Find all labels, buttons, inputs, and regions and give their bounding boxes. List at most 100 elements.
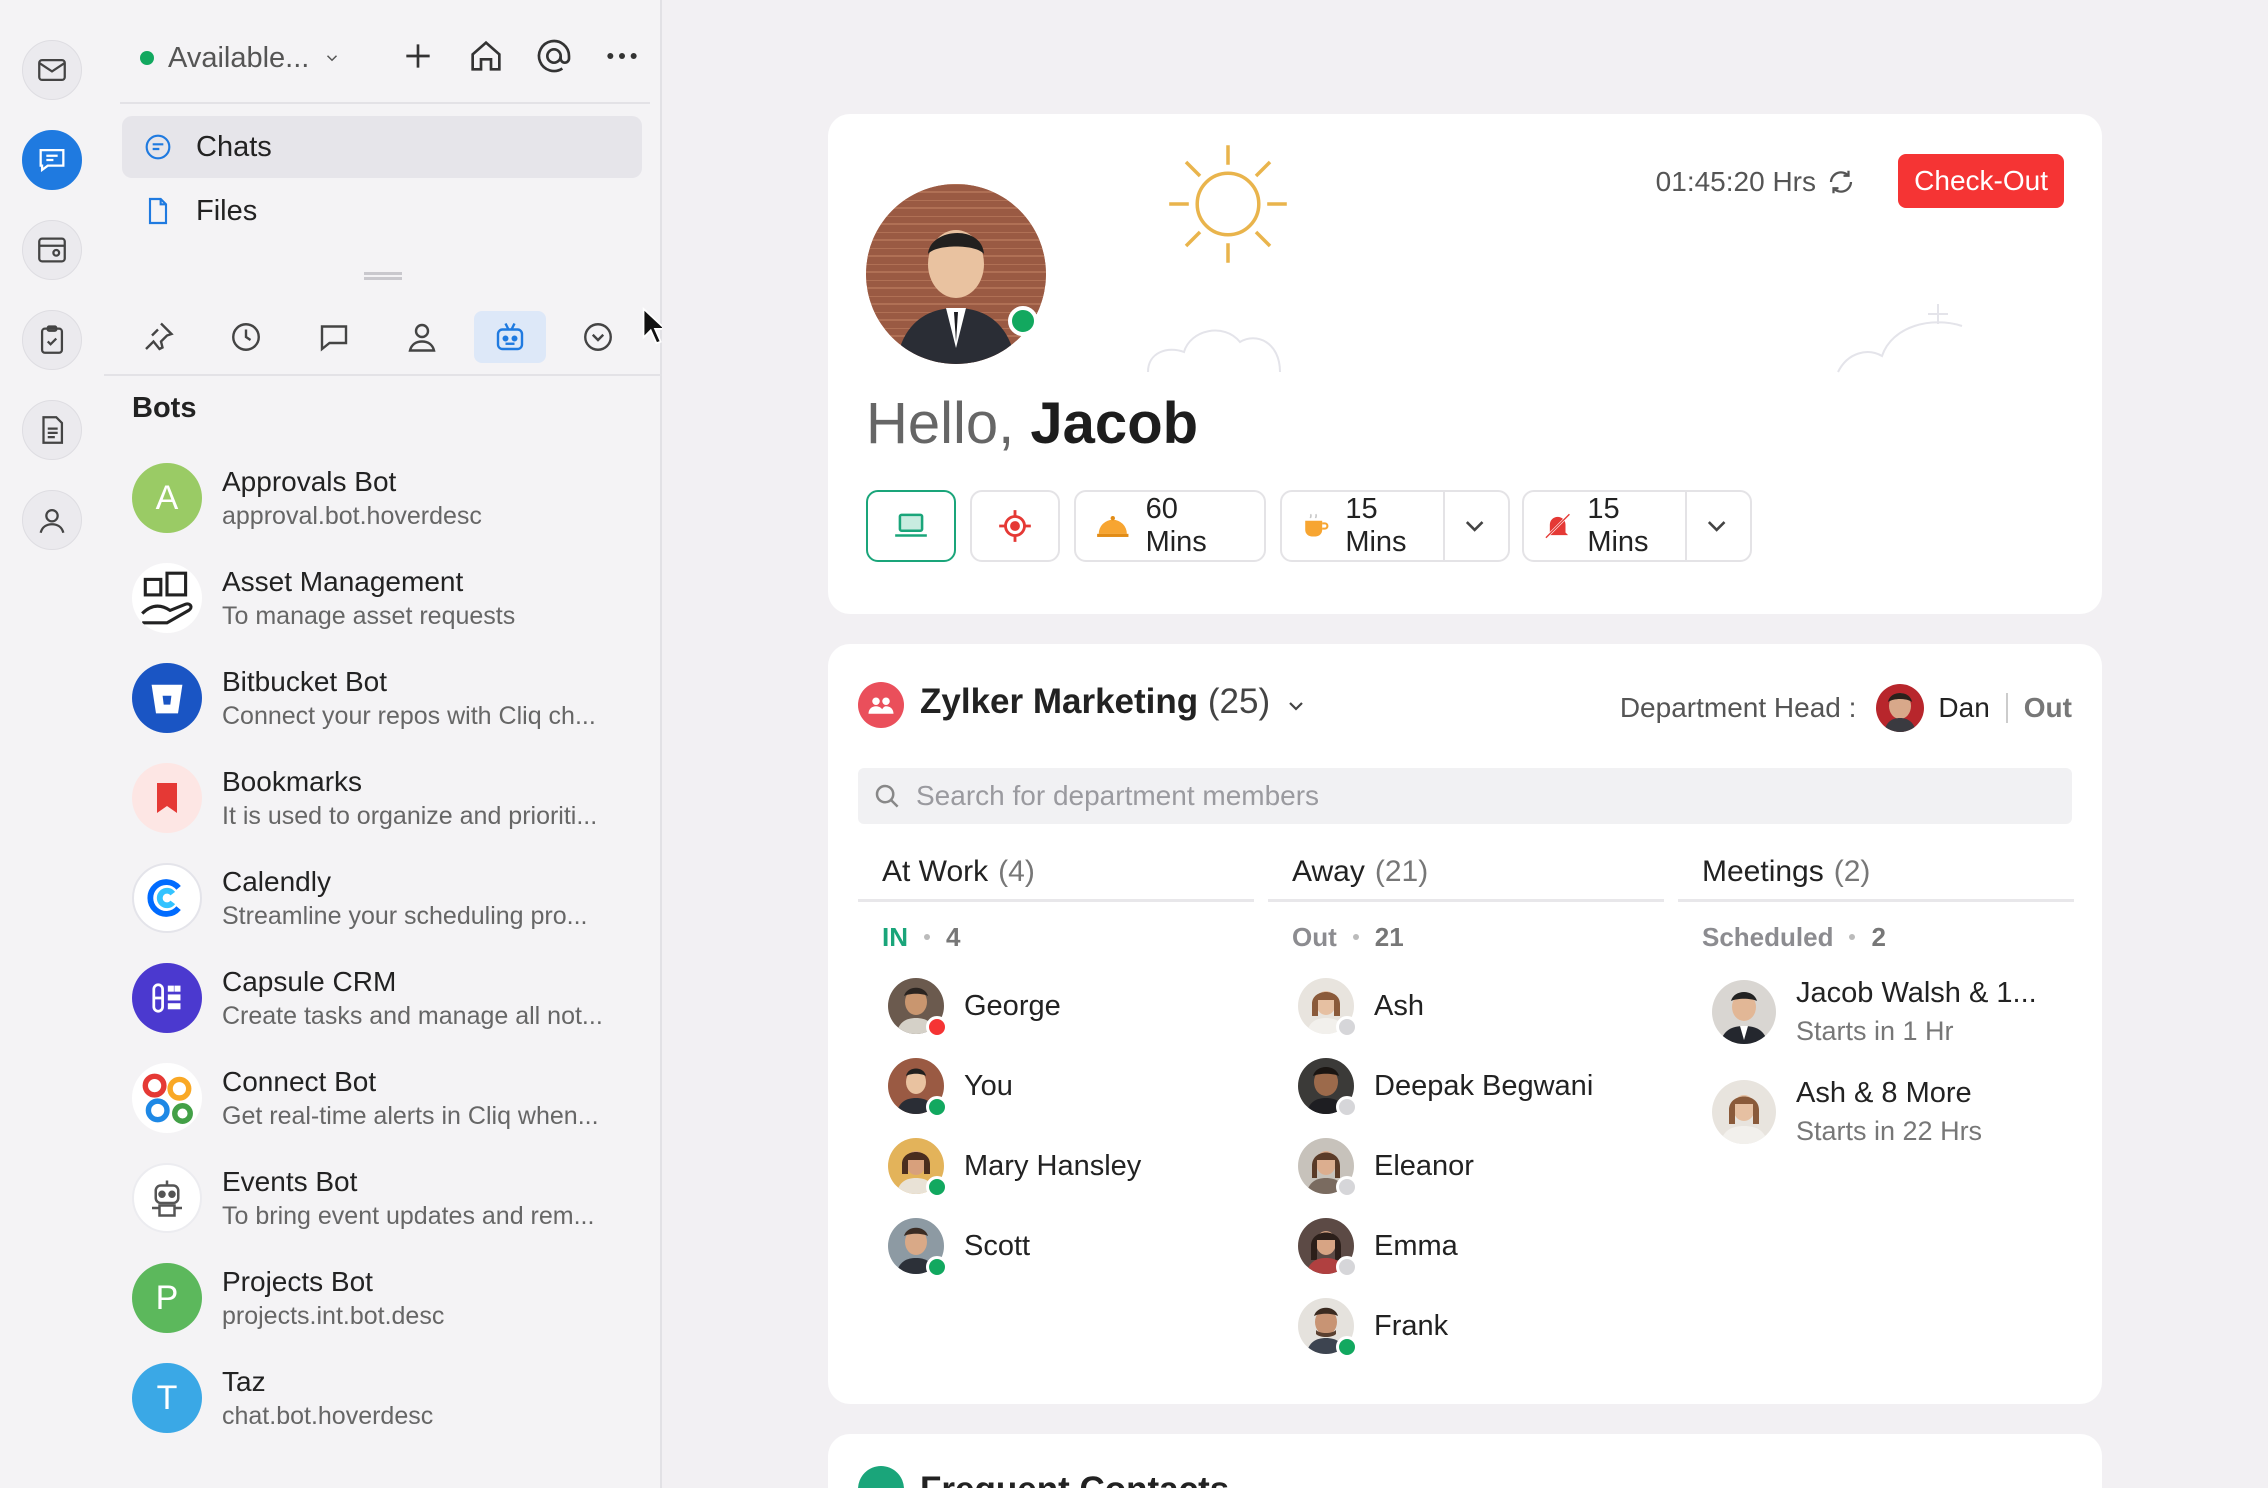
column-title[interactable]: Meetings (2)	[1678, 844, 2074, 902]
member-row[interactable]: Mary Hansley	[858, 1126, 1254, 1206]
tab-channels[interactable]	[298, 311, 370, 363]
inbox-icon	[38, 237, 66, 263]
list-item[interactable]: Capsule CRM Create tasks and manage all n…	[132, 948, 652, 1048]
frequent-contacts-icon	[858, 1466, 904, 1488]
member-row[interactable]: Frank	[1268, 1286, 1664, 1366]
list-item[interactable]: Bookmarks It is used to organize and prio…	[132, 748, 652, 848]
more-horizontal-icon[interactable]	[602, 36, 642, 76]
sidebar: Available... Chats Files Bots A Approval…	[104, 0, 662, 1488]
remote-work-chip[interactable]	[866, 490, 956, 562]
tab-more[interactable]	[562, 311, 634, 363]
bot-name: Taz	[222, 1365, 266, 1397]
list-item[interactable]: Connect Bot Get real-time alerts in Cliq …	[132, 1048, 652, 1148]
greeting-heading: Hello, Jacob	[866, 391, 1199, 456]
capsule-crm-icon	[132, 963, 202, 1033]
mail-icon	[38, 58, 66, 82]
chat-rail-button[interactable]	[22, 130, 82, 190]
inbox-rail-button[interactable]	[22, 220, 82, 280]
presence-dot	[1336, 1336, 1358, 1358]
member-row[interactable]: Deepak Begwani	[1268, 1046, 1664, 1126]
refresh-icon[interactable]	[1826, 167, 1856, 197]
robot-icon	[132, 1163, 202, 1233]
do-not-disturb-chip[interactable]: 15 Mins	[1522, 490, 1752, 562]
avatar[interactable]	[1876, 684, 1925, 732]
notes-rail-button[interactable]	[22, 400, 82, 460]
bot-name: Bitbucket Bot	[222, 665, 387, 697]
mail-rail-button[interactable]	[22, 40, 82, 100]
presence-dot	[926, 1096, 948, 1118]
tab-contacts[interactable]	[386, 311, 458, 363]
chevron-down-icon[interactable]	[1459, 507, 1490, 545]
column-subtitle: Out 21	[1292, 921, 1404, 952]
list-item[interactable]: P Projects Bot projects.int.bot.desc	[132, 1248, 652, 1348]
lunch-break-chip[interactable]: 60 Mins	[1074, 490, 1266, 562]
chevron-down-icon[interactable]	[1284, 694, 1308, 718]
coffee-break-chip[interactable]: 15 Mins	[1280, 490, 1510, 562]
main-area: Hello, Jacob 01:45:20 Hrs Check-Out 60 M…	[662, 0, 2268, 1488]
tasks-rail-button[interactable]	[22, 310, 82, 370]
avatar	[1712, 1080, 1776, 1144]
department-title[interactable]: Zylker Marketing (25)	[920, 682, 1270, 722]
asset-management-icon	[132, 563, 202, 633]
tab-divider	[104, 374, 662, 376]
home-icon[interactable]	[466, 36, 506, 76]
plus-icon[interactable]	[398, 36, 438, 76]
bot-desc: It is used to organize and prioriti...	[222, 801, 598, 830]
profile-avatar[interactable]	[866, 184, 1046, 364]
bot-name: Capsule CRM	[222, 965, 397, 997]
member-row[interactable]: You	[858, 1046, 1254, 1126]
contact-icon	[408, 323, 436, 352]
search-input[interactable]	[916, 780, 2016, 812]
department-search[interactable]	[858, 768, 2072, 824]
member-row[interactable]: Eleanor	[1268, 1126, 1664, 1206]
do-not-disturb-icon	[1544, 513, 1571, 539]
app-rail	[0, 0, 104, 1488]
bot-name: Connect Bot	[222, 1065, 377, 1097]
member-row[interactable]: Emma	[1268, 1206, 1664, 1286]
list-item[interactable]: Bitbucket Bot Connect your repos with Cli…	[132, 648, 652, 748]
contacts-icon	[39, 508, 65, 534]
check-out-button[interactable]: Check-Out	[1898, 154, 2064, 208]
column-title[interactable]: At Work (4)	[858, 844, 1254, 902]
list-item[interactable]: Events Bot To bring event updates and rem…	[132, 1148, 652, 1248]
resize-grip[interactable]	[364, 272, 402, 280]
column-subtitle: Scheduled 2	[1702, 921, 1886, 952]
avatar: P	[132, 1263, 202, 1333]
tab-bots[interactable]	[474, 311, 546, 363]
office-location-chip[interactable]	[970, 490, 1060, 562]
file-icon	[148, 197, 168, 225]
meeting-item[interactable]: Jacob Walsh & 1... Starts in 1 Hr	[1678, 962, 2074, 1062]
list-item[interactable]: A Approvals Bot approval.bot.hoverdesc	[132, 448, 652, 548]
member-row[interactable]: Ash	[1268, 966, 1664, 1046]
presence-dot	[1336, 1096, 1358, 1118]
chevron-down-icon	[327, 55, 338, 62]
sun-icon	[1169, 145, 1287, 263]
contacts-rail-button[interactable]	[22, 490, 82, 550]
tab-recent[interactable]	[210, 311, 282, 363]
avatar: T	[132, 1363, 202, 1433]
mention-icon[interactable]	[534, 36, 574, 76]
status-selector[interactable]: Available...	[140, 30, 650, 86]
calendly-icon	[132, 863, 202, 933]
chip-label: 15 Mins	[1345, 493, 1407, 558]
nav-item-chats[interactable]: Chats	[122, 116, 642, 178]
chevron-down-icon[interactable]	[1701, 507, 1732, 545]
tab-pinned[interactable]	[122, 311, 194, 363]
column-title[interactable]: Away (21)	[1268, 844, 1664, 902]
list-item[interactable]: T Taz chat.bot.hoverdesc	[132, 1348, 652, 1448]
nav-item-files[interactable]: Files	[122, 180, 642, 242]
at-work-column: At Work(4) IN4 George You Mary Hansley	[858, 844, 1254, 1286]
laptop-icon	[895, 513, 927, 537]
work-timer: 01:45:20 Hrs	[1656, 166, 1856, 198]
meeting-title: Ash & 8 More	[1796, 1077, 1972, 1109]
chat-icon	[39, 148, 65, 173]
department-head-name[interactable]: Dan	[1938, 692, 1989, 724]
member-row[interactable]: George	[858, 966, 1254, 1046]
nav-item-label: Chats	[196, 130, 272, 163]
meeting-item[interactable]: Ash & 8 More Starts in 22 Hrs	[1678, 1062, 2074, 1162]
list-item[interactable]: Asset Management To manage asset requests	[132, 548, 652, 648]
divider	[2005, 693, 2008, 723]
list-item[interactable]: Calendly Streamline your scheduling pro..…	[132, 848, 652, 948]
member-row[interactable]: Scott	[858, 1206, 1254, 1286]
meeting-time: Starts in 1 Hr	[1796, 1016, 1954, 1046]
